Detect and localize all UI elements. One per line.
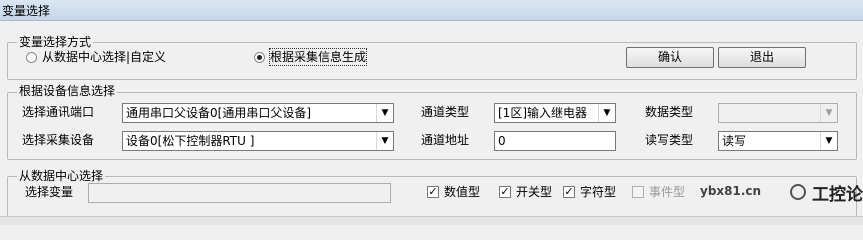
channel-addr-input[interactable]: 0 <box>494 131 616 151</box>
method-group-legend: 变量选择方式 <box>17 35 94 49</box>
string-checkbox-label[interactable]: 字符型 <box>580 184 616 200</box>
title-bar: 变量选择 <box>0 0 863 21</box>
device-label: 选择采集设备 <box>22 133 95 147</box>
event-checkbox-label[interactable]: 事件型 <box>649 184 685 200</box>
wechat-logo-icon <box>790 184 806 200</box>
channel-addr-value: 0 <box>498 134 506 148</box>
watermark-site: ybx81.cn <box>700 184 762 198</box>
watermark: ybx81.cn 工控论坛 <box>690 178 863 206</box>
chevron-down-icon[interactable]: ▼ <box>820 132 837 150</box>
confirm-button[interactable]: 确认 <box>626 47 714 68</box>
device-combo[interactable]: 设备0[松下控制器RTU ] ▼ <box>122 131 394 151</box>
string-checkbox[interactable]: ✓ <box>563 186 575 198</box>
radio-from-collect-info-label[interactable]: 根据采集信息生成 <box>268 48 368 66</box>
port-combo-value: 通用串口父设备0[通用串口父设备] <box>126 106 311 120</box>
watermark-brand: 工控论坛 <box>812 185 863 205</box>
channel-type-combo[interactable]: [1区]输入继电器 ▼ <box>494 103 616 123</box>
chevron-down-icon[interactable]: ▼ <box>376 104 393 122</box>
numeric-checkbox[interactable]: ✓ <box>427 186 439 198</box>
rw-type-combo-value: 读写 <box>722 134 747 148</box>
channel-addr-label: 通道地址 <box>421 133 470 147</box>
select-var-input[interactable] <box>88 183 391 203</box>
rw-type-combo[interactable]: 读写 ▼ <box>718 131 838 151</box>
exit-button[interactable]: 退出 <box>718 47 806 68</box>
data-type-combo[interactable]: ▼ <box>718 103 838 123</box>
rw-type-label: 读写类型 <box>645 133 694 147</box>
radio-from-collect-info[interactable] <box>254 52 265 63</box>
event-checkbox[interactable] <box>632 186 644 198</box>
list-header-strip <box>0 216 863 225</box>
switch-checkbox[interactable]: ✓ <box>499 186 511 198</box>
channel-type-label: 通道类型 <box>421 105 470 119</box>
datacenter-group-legend: 从数据中心选择 <box>17 169 106 183</box>
chevron-down-icon[interactable]: ▼ <box>376 132 393 150</box>
port-combo[interactable]: 通用串口父设备0[通用串口父设备] ▼ <box>122 103 394 123</box>
chevron-down-icon[interactable]: ▼ <box>820 104 837 122</box>
chevron-down-icon[interactable]: ▼ <box>598 104 615 122</box>
radio-from-datacenter-label[interactable]: 从数据中心选择|自定义 <box>42 49 166 65</box>
window-title: 变量选择 <box>2 4 51 18</box>
device-combo-value: 设备0[松下控制器RTU ] <box>126 134 255 148</box>
port-label: 选择通讯端口 <box>22 105 95 119</box>
numeric-checkbox-label[interactable]: 数值型 <box>444 184 480 200</box>
data-type-label: 数据类型 <box>645 105 694 119</box>
select-var-label: 选择变量 <box>25 185 74 199</box>
channel-type-combo-value: [1区]输入继电器 <box>498 106 587 120</box>
switch-checkbox-label[interactable]: 开关型 <box>516 184 552 200</box>
device-group-legend: 根据设备信息选择 <box>17 84 118 98</box>
radio-from-datacenter[interactable] <box>26 52 37 63</box>
